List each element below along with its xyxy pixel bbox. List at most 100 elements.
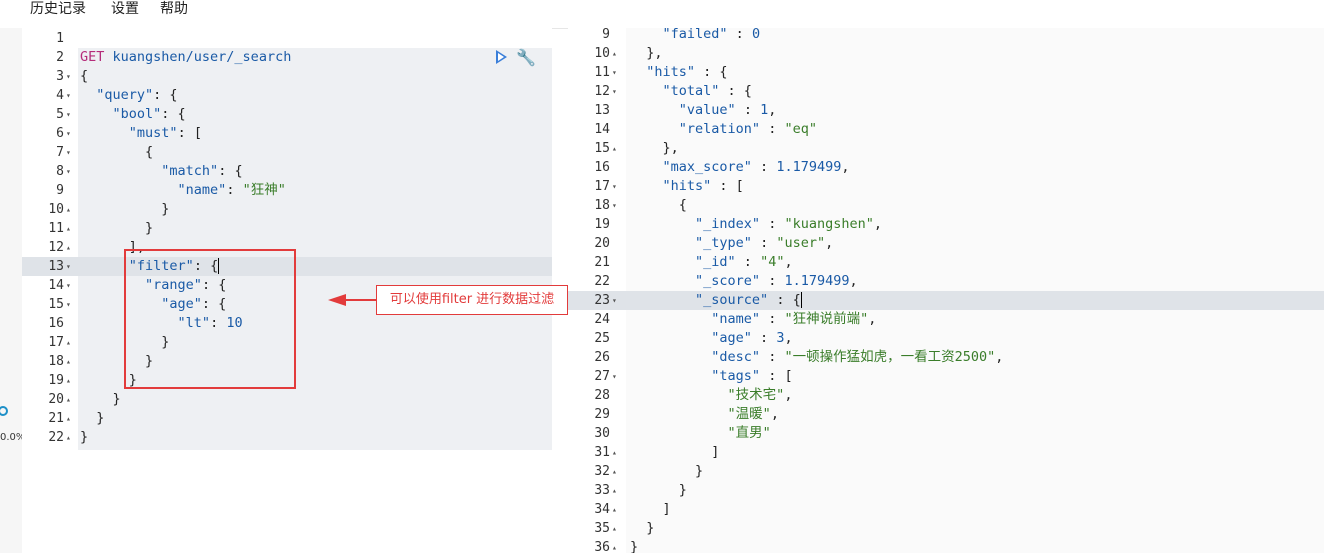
- code-text: "直男": [630, 424, 771, 443]
- line-number: 10: [594, 46, 610, 61]
- code-token: :: [735, 102, 761, 118]
- fold-toggle-icon[interactable]: ▾: [612, 367, 617, 386]
- code-token: ]: [630, 501, 671, 517]
- code-token: :: [760, 273, 785, 289]
- code-token: : [: [760, 368, 793, 384]
- code-token: : {: [218, 163, 243, 179]
- menu-help[interactable]: 帮助: [160, 0, 188, 18]
- code-token: "failed": [662, 28, 728, 42]
- fold-toggle-icon[interactable]: ▴: [66, 428, 71, 447]
- fold-toggle-icon[interactable]: ▴: [612, 519, 617, 538]
- code-line: 29 "温暖",: [568, 405, 1324, 424]
- code-token: ,: [873, 216, 882, 232]
- code-token: "relation": [678, 121, 761, 137]
- fold-toggle-icon[interactable]: ▾: [612, 177, 617, 196]
- line-number: 6: [56, 126, 64, 141]
- line-number: 18: [48, 354, 64, 369]
- fold-toggle-icon[interactable]: ▴: [66, 200, 71, 219]
- fold-toggle-icon[interactable]: ▾: [66, 276, 71, 295]
- code-text: }: [80, 428, 88, 447]
- code-text: ]: [630, 443, 719, 462]
- fold-toggle-icon[interactable]: ▾: [612, 196, 617, 215]
- code-token: "user": [776, 235, 826, 251]
- fold-toggle-icon[interactable]: ▴: [612, 538, 617, 553]
- line-number: 11: [594, 65, 610, 80]
- code-line: 35 ▴ }: [568, 519, 1324, 538]
- annotation-arrow: [346, 299, 376, 301]
- text-cursor: [800, 292, 802, 308]
- line-number: 20: [48, 392, 64, 407]
- line-number: 18: [594, 198, 610, 213]
- line-number: 3: [56, 69, 64, 84]
- fold-toggle-icon[interactable]: ▴: [66, 219, 71, 238]
- line-number: 15: [48, 297, 64, 312]
- code-token: ,: [849, 273, 858, 289]
- code-text: "技术宅",: [630, 386, 793, 405]
- code-token: :: [760, 121, 785, 137]
- code-text: "failed" : 0: [630, 28, 761, 44]
- code-token: ,: [841, 159, 850, 175]
- code-token: }: [630, 482, 687, 498]
- code-line: 6 ▾ "must": [: [22, 124, 552, 143]
- fold-toggle-icon[interactable]: ▾: [66, 295, 71, 314]
- line-number: 9: [56, 183, 64, 198]
- code-line: 26 "desc" : "一顿操作猛如虎，一看工资2500",: [568, 348, 1324, 367]
- code-token: ,: [768, 102, 777, 118]
- run-icon[interactable]: [496, 50, 507, 64]
- fold-toggle-icon[interactable]: ▴: [66, 409, 71, 428]
- code-token: "一顿操作猛如虎，一看工资2500": [784, 349, 996, 365]
- annotation-note: 可以使用filter 进行数据过滤: [376, 285, 568, 315]
- fold-toggle-icon[interactable]: ▾: [66, 124, 71, 143]
- fold-toggle-icon[interactable]: ▴: [612, 481, 617, 500]
- fold-toggle-icon[interactable]: ▴: [66, 371, 71, 390]
- line-number: 7: [56, 145, 64, 160]
- code-text: "total" : {: [630, 82, 752, 101]
- code-line: 21 ▴ }: [22, 409, 552, 428]
- code-token: :: [727, 28, 752, 42]
- fold-toggle-icon[interactable]: ▴: [612, 44, 617, 63]
- fold-toggle-icon[interactable]: ▴: [612, 462, 617, 481]
- fold-toggle-icon[interactable]: ▴: [612, 139, 617, 158]
- code-text: {: [630, 196, 687, 215]
- fold-toggle-icon[interactable]: ▾: [66, 105, 71, 124]
- fold-toggle-icon[interactable]: ▴: [612, 500, 617, 519]
- menu-settings[interactable]: 设置: [111, 0, 139, 18]
- response-viewer[interactable]: 9 "failed" : 0 10 ▴ }, 11 ▾ "hits" : {12 ▾ "t…: [568, 28, 1324, 553]
- code-token: }: [630, 520, 655, 536]
- fold-toggle-icon[interactable]: ▾: [66, 143, 71, 162]
- fold-toggle-icon[interactable]: ▾: [66, 67, 71, 86]
- refresh-icon[interactable]: [0, 406, 8, 416]
- line-number: 34: [594, 502, 610, 517]
- fold-toggle-icon[interactable]: ▾: [612, 63, 617, 82]
- code-text: }: [630, 538, 638, 553]
- fold-toggle-icon[interactable]: ▾: [612, 82, 617, 101]
- fold-toggle-icon[interactable]: ▴: [66, 238, 71, 257]
- code-token: "must": [128, 125, 178, 141]
- line-number: 17: [594, 179, 610, 194]
- fold-toggle-icon[interactable]: ▾: [612, 291, 617, 310]
- wrench-icon[interactable]: 🔧: [516, 48, 536, 67]
- code-token: "hits": [662, 178, 712, 194]
- fold-toggle-icon[interactable]: ▾: [66, 162, 71, 181]
- menu-history[interactable]: 历史记录: [30, 0, 86, 18]
- fold-toggle-icon[interactable]: ▴: [612, 443, 617, 462]
- code-text: "_id" : "4",: [630, 253, 793, 272]
- fold-toggle-icon[interactable]: ▾: [66, 86, 71, 105]
- fold-toggle-icon[interactable]: ▾: [66, 257, 71, 276]
- line-number: 9: [602, 28, 610, 42]
- code-token: "total": [662, 83, 720, 99]
- line-number: 13: [594, 103, 610, 118]
- code-token: GET: [80, 49, 113, 65]
- code-text: }: [630, 519, 654, 538]
- fold-toggle-icon[interactable]: ▴: [66, 390, 71, 409]
- fold-toggle-icon[interactable]: ▴: [66, 333, 71, 352]
- code-line: 10 ▴ },: [568, 44, 1324, 63]
- fold-toggle-icon[interactable]: ▴: [66, 352, 71, 371]
- code-token: ,: [784, 387, 793, 403]
